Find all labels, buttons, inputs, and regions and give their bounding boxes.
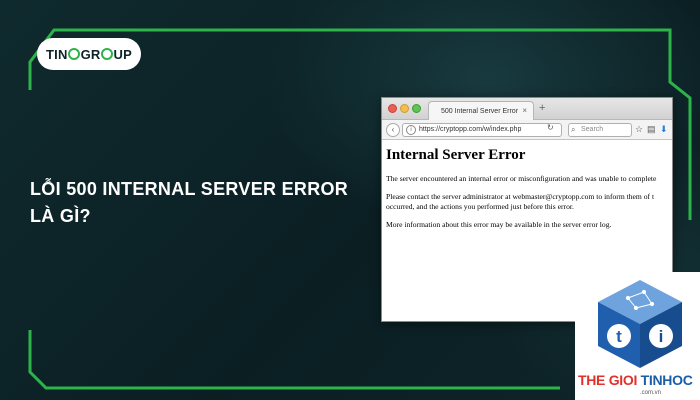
headline-line-2: LÀ GÌ? (30, 206, 91, 226)
url-text: https://cryptopp.com/w/index.php (419, 126, 522, 133)
new-tab-button[interactable]: + (539, 102, 545, 114)
browser-tab-bar: 500 Internal Server Error × + (382, 98, 672, 120)
tab-title: 500 Internal Server Error (441, 107, 519, 115)
error-paragraph-3: More information about this error may be… (386, 220, 612, 229)
browser-nav-bar: ‹ i https://cryptopp.com/w/index.php ↻ ⌕… (382, 120, 672, 140)
search-icon: ⌕ (571, 125, 576, 134)
page-headline: LỖI 500 INTERNAL SERVER ERROR LÀ GÌ? (30, 176, 370, 230)
back-button[interactable]: ‹ (386, 123, 400, 137)
error-paragraph-1: The server encountered an internal error… (386, 174, 657, 183)
error-paragraph-2-line-1: Please contact the server administrator … (386, 192, 655, 201)
reload-icon[interactable]: ↻ (547, 123, 554, 132)
thegioitinhoc-wordmark: THE GIOI TINHOC (578, 372, 693, 388)
error-paragraph-2-line-2: occurred, and the actions you performed … (386, 202, 574, 211)
info-icon[interactable]: i (406, 125, 416, 135)
logo-o-ring-icon-2 (100, 48, 113, 60)
close-window-icon[interactable] (388, 104, 397, 113)
search-input[interactable]: ⌕ Search (568, 123, 632, 137)
search-placeholder: Search (581, 126, 604, 133)
minimize-window-icon[interactable] (400, 104, 409, 113)
tinogroup-logo: TIN GR UP (37, 38, 141, 70)
wordmark-red: THE GIOI (578, 372, 641, 388)
logo-text-up: UP (113, 46, 132, 62)
library-icon[interactable]: ▤ (647, 124, 656, 135)
browser-tab[interactable]: 500 Internal Server Error × (428, 101, 534, 120)
maximize-window-icon[interactable] (412, 104, 421, 113)
logo-o-ring-icon (68, 48, 81, 60)
page-content: Internal Server Error The server encount… (382, 140, 672, 244)
error-paragraph-2: Please contact the server administrator … (386, 192, 668, 212)
svg-text:i: i (659, 327, 664, 346)
wordmark-domain: .com.vn (640, 390, 662, 396)
error-heading: Internal Server Error (386, 147, 526, 163)
headline-line-1: LỖI 500 INTERNAL SERVER ERROR (30, 179, 349, 199)
cube-logo-icon: t i (598, 280, 682, 368)
address-bar[interactable]: i https://cryptopp.com/w/index.php (402, 123, 562, 137)
wordmark-blue: TINHOC (640, 372, 693, 388)
logo-text-tin: TIN (46, 46, 68, 62)
tab-close-icon[interactable]: × (522, 106, 527, 115)
bookmark-star-icon[interactable]: ☆ (635, 124, 643, 135)
svg-text:t: t (616, 327, 622, 346)
download-icon[interactable]: ⬇ (660, 124, 668, 135)
logo-text-gr: GR (80, 46, 101, 62)
